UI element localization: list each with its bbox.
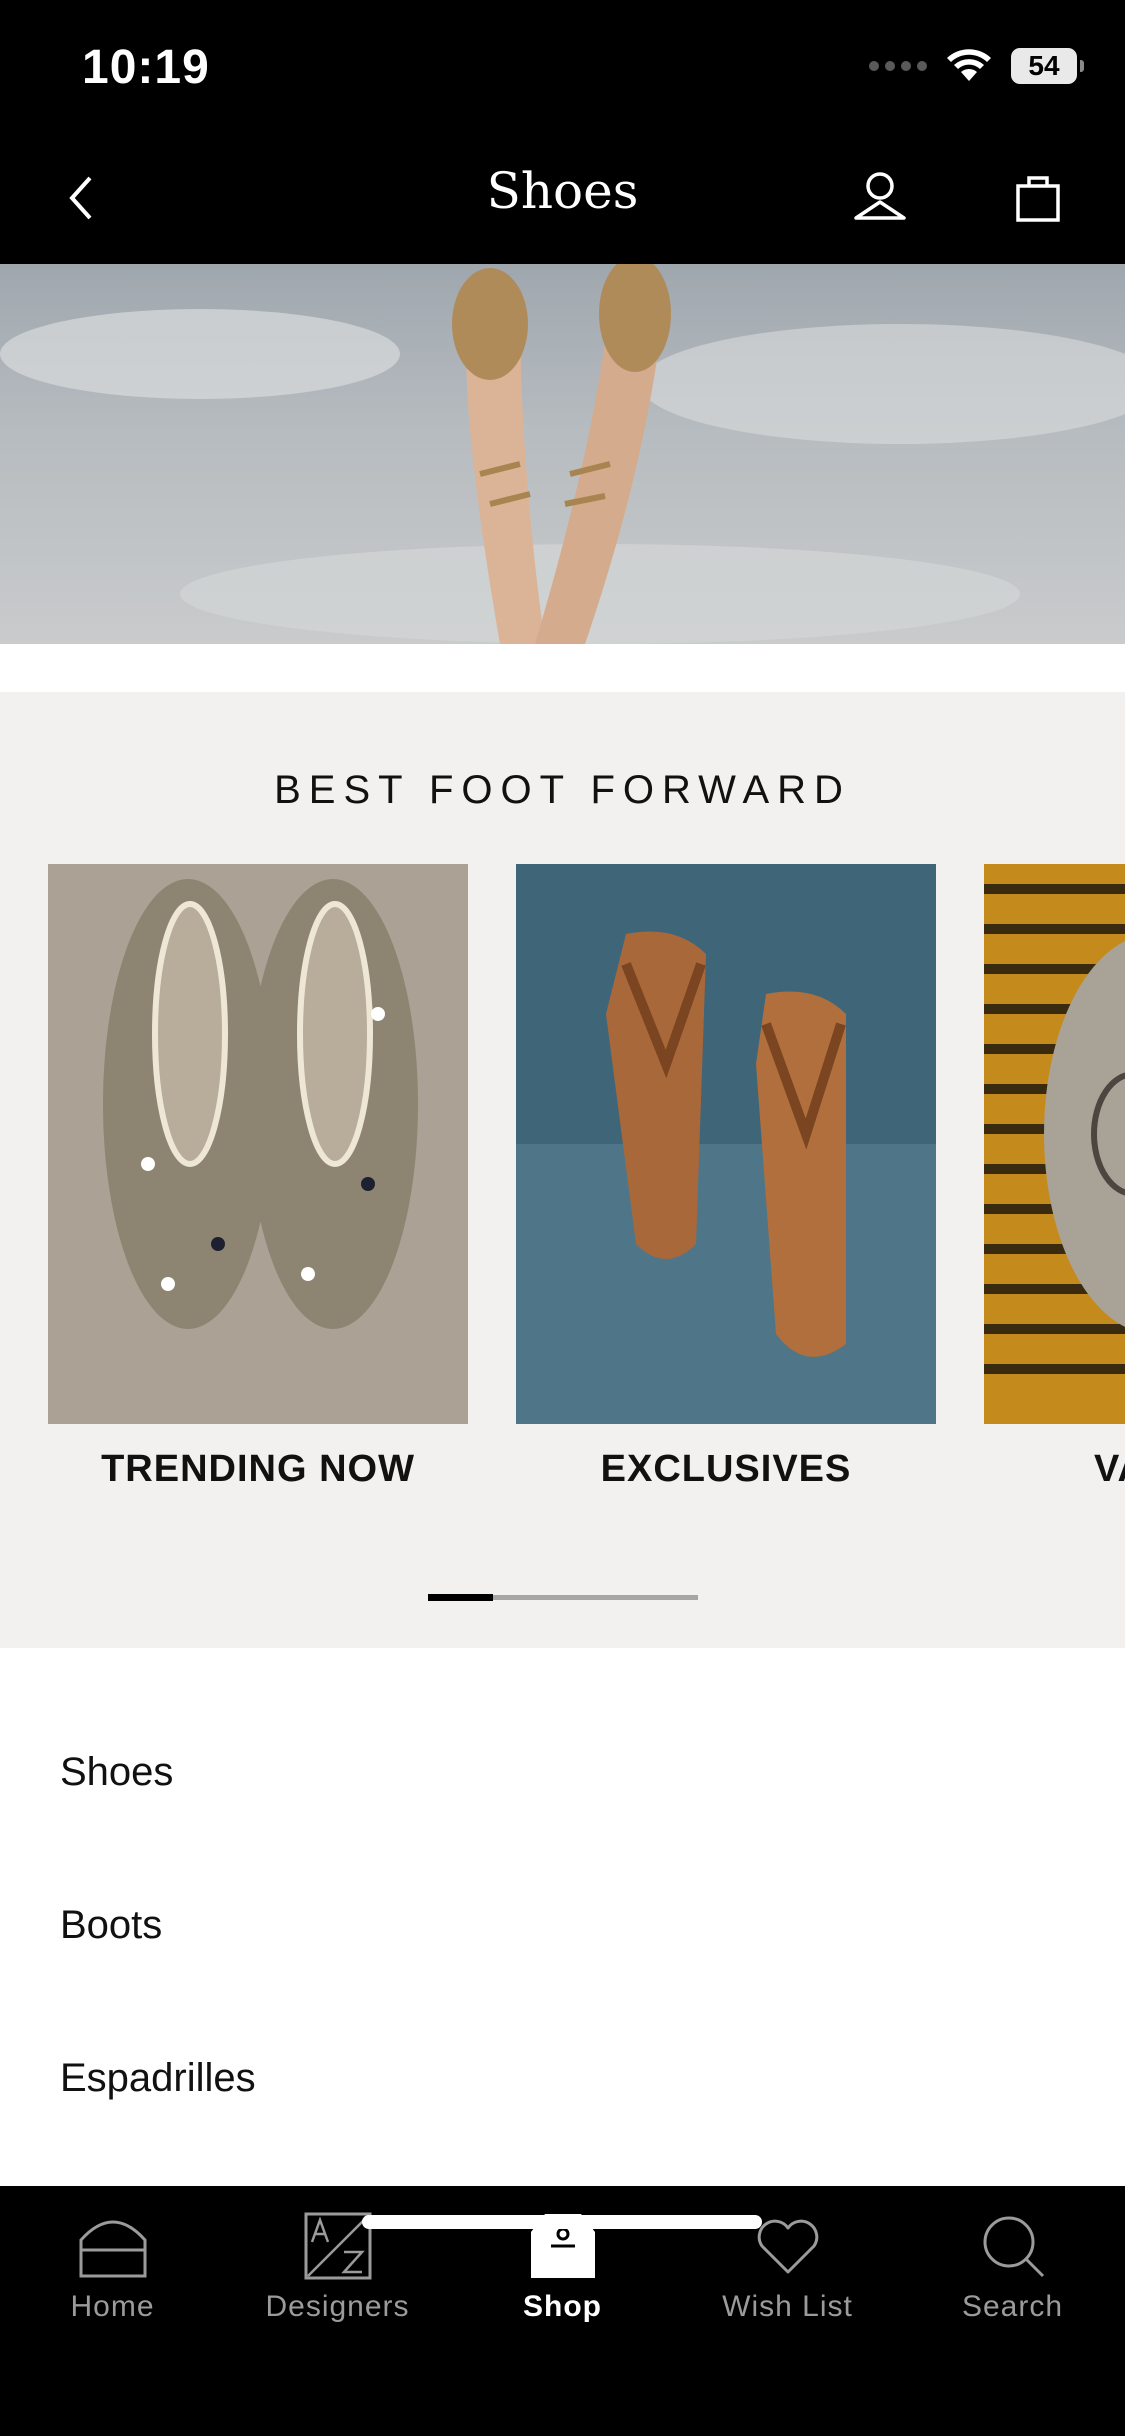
card-label: VA xyxy=(1094,1448,1125,1490)
card-label: EXCLUSIVES xyxy=(600,1448,852,1490)
status-time: 10:19 xyxy=(82,41,210,94)
category-item-boots[interactable]: Boots xyxy=(60,1903,162,1948)
tab-label: Shop xyxy=(523,2290,602,2323)
home-icon xyxy=(79,2220,146,2278)
shopping-bag-button[interactable] xyxy=(1006,166,1070,230)
best-foot-forward-section: BEST FOOT FORWARD TRENDING NOW EXCLUSIVE… xyxy=(0,692,1125,1648)
category-item-shoes[interactable]: Shoes xyxy=(60,1750,173,1795)
status-indicators: 54 xyxy=(869,48,1084,84)
tab-label: Search xyxy=(961,2290,1064,2323)
tab-search[interactable]: Search xyxy=(900,2210,1125,2340)
nav-bar: Shoes xyxy=(0,132,1125,264)
cellular-signal-icon xyxy=(869,61,927,71)
card-trending-now[interactable]: TRENDING NOW xyxy=(48,864,468,1491)
hero-sandals-image xyxy=(0,264,1125,644)
section-title: BEST FOOT FORWARD xyxy=(274,768,851,812)
search-icon xyxy=(983,2216,1044,2278)
account-button[interactable] xyxy=(848,166,912,230)
shopping-bag-icon xyxy=(1016,176,1060,222)
hero-banner[interactable] xyxy=(0,264,1125,644)
status-bar: 10:19 54 xyxy=(0,0,1125,132)
carousel-scroll-thumb xyxy=(428,1594,493,1601)
tab-label: Wish List xyxy=(722,2290,853,2323)
tab-label: Designers xyxy=(265,2290,410,2323)
page-title: Shoes xyxy=(486,162,639,220)
heart-icon xyxy=(757,2219,818,2274)
wifi-icon xyxy=(947,49,991,81)
tab-shop[interactable]: Shop xyxy=(450,2210,675,2340)
trending-now-image xyxy=(48,864,468,1424)
battery-icon: 54 xyxy=(1011,48,1084,84)
card-label: TRENDING NOW xyxy=(101,1448,415,1490)
battery-level: 54 xyxy=(1028,50,1060,81)
category-item-espadrilles[interactable]: Espadrilles xyxy=(60,2056,256,2101)
card-exclusives[interactable]: EXCLUSIVES xyxy=(516,864,936,1491)
carousel-scroll-indicator xyxy=(428,1594,698,1601)
tab-label: Home xyxy=(70,2290,155,2323)
tab-wish-list[interactable]: Wish List xyxy=(675,2210,900,2340)
tab-home[interactable]: Home xyxy=(0,2210,225,2340)
home-indicator xyxy=(362,2215,762,2229)
account-icon xyxy=(854,172,906,220)
card-partial[interactable]: VA xyxy=(984,864,1125,1491)
partial-card-image xyxy=(984,864,1125,1424)
exclusives-image xyxy=(516,864,936,1424)
tab-designers[interactable]: Designers xyxy=(225,2210,450,2340)
